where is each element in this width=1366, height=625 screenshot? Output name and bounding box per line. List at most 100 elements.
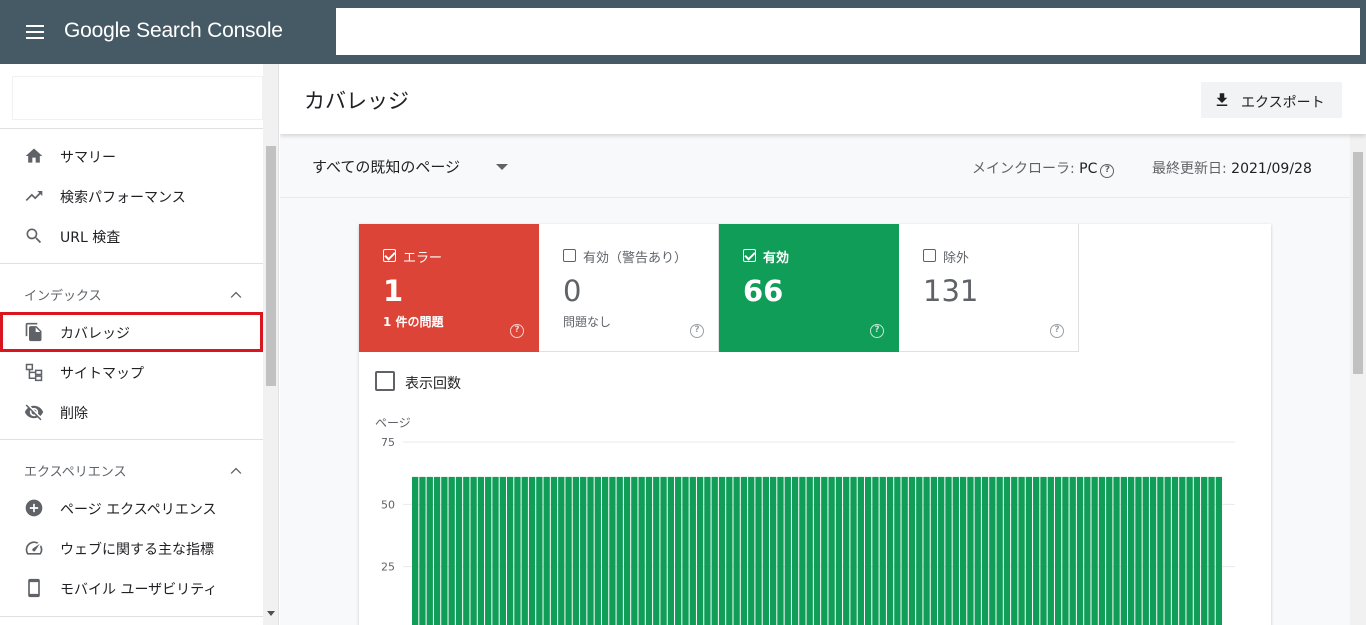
sidebar-item-sitemaps[interactable]: サイトマップ [0,352,263,392]
search-input[interactable] [336,8,1360,55]
tile-error[interactable]: エラー 1 1 件の問題 ? [359,224,539,352]
sidebar-item-label: カバレッジ [60,326,130,342]
bar-valid [623,476,631,625]
visibility-off-icon [24,402,44,422]
tile-value: 66 [743,274,784,308]
sidebar-item-label: サマリー [60,150,116,166]
tile-label: 除外 [943,251,970,266]
section-index-header[interactable]: インデックス [0,274,263,310]
sidebar-item-performance[interactable]: 検索パフォーマンス [0,176,263,216]
bar-valid [762,476,770,625]
bar-valid [558,476,565,625]
tile-subtext: 1 件の問題 [383,315,444,329]
bar-valid [938,476,945,625]
scrollbar-thumb[interactable] [266,146,276,386]
filter-bar: すべての既知のページ メインクローラ: PC? 最終更新日: 2021/09/2… [280,134,1350,198]
updated-value: 2021/09/28 [1231,161,1312,177]
help-icon[interactable]: ? [510,324,524,338]
product-logo[interactable]: Google Search Console [64,19,283,43]
sidebar-item-url-inspection[interactable]: URL 検査 [0,216,263,256]
sidebar-item-page-experience[interactable]: ページ エクスペリエンス [0,488,263,528]
bar-valid [894,476,901,625]
bar-valid [872,476,879,625]
page-filter-value: すべての既知のページ [312,158,461,176]
sidebar-item-mobile-usability[interactable]: モバイル ユーザビリティ [0,568,263,608]
tile-checkbox[interactable] [743,249,756,262]
bar-valid [485,476,492,625]
tile-checkbox[interactable] [923,249,936,262]
bar-valid [1040,476,1047,625]
bar-valid [945,476,952,625]
file-copy-icon [24,322,44,342]
menu-icon[interactable] [24,22,46,42]
bar-valid [536,476,543,625]
sidebar-item-label: 検索パフォーマンス [60,190,186,206]
bar-valid [1201,476,1208,625]
y-tick-label: 50 [381,498,395,511]
bar-valid [616,476,623,625]
sidebar-item-core-web-vitals[interactable]: ウェブに関する主な指標 [0,528,263,568]
bar-valid [594,476,601,625]
scroll-down-arrow-icon[interactable] [267,611,275,616]
impressions-checkbox[interactable] [375,371,395,391]
main-crawler: メインクローラ: PC? [972,158,1115,178]
page-title: カバレッジ [304,89,409,113]
bar-valid [704,476,711,625]
bar-valid [1003,476,1011,625]
bar-valid [667,476,675,625]
bar-valid [1142,476,1149,625]
bar-valid [1215,476,1222,625]
bar-valid [711,476,718,625]
last-updated: 最終更新日: 2021/09/28 [1152,158,1312,178]
bar-valid [528,476,536,625]
page-filter-dropdown[interactable]: すべての既知のページ [312,156,508,177]
bar-valid [843,476,850,625]
page-header: カバレッジ エクスポート [280,64,1366,134]
export-button[interactable]: エクスポート [1201,82,1342,118]
sidebar: サマリー 検索パフォーマンス URL 検査 インデックス カバレッジ サイトマッ… [0,64,279,625]
bar-valid [923,476,930,625]
tile-excluded[interactable]: 除外 131 ? [899,224,1079,352]
tile-checkbox[interactable] [563,249,576,262]
bar-valid [1135,476,1142,625]
bar-valid [543,476,550,625]
section-experience-header[interactable]: エクスペリエンス [0,450,263,486]
bar-valid [755,476,762,625]
bar-valid [696,476,704,625]
help-icon[interactable]: ? [870,324,884,338]
crawler-label: メインクローラ: [972,161,1080,177]
divider [0,439,263,440]
bar-valid [828,476,835,625]
divider [0,616,263,617]
search-icon [24,226,44,246]
download-icon [1213,91,1231,109]
bar-valid [499,476,506,625]
home-icon [24,146,44,166]
bar-valid [638,476,645,625]
main-scrollbar[interactable] [1350,134,1366,625]
chevron-up-icon [228,462,244,474]
divider [0,263,263,264]
bar-valid [565,476,572,625]
tile-valid[interactable]: 有効 66 ? [719,224,899,352]
scrollbar-thumb[interactable] [1353,152,1363,374]
sidebar-item-label: サイトマップ [60,366,144,382]
tile-value: 0 [563,274,582,308]
bar-valid [492,476,499,625]
bar-valid [777,476,784,625]
help-icon[interactable]: ? [1050,324,1064,338]
sidebar-item-removals[interactable]: 削除 [0,392,263,432]
sidebar-item-summary[interactable]: サマリー [0,136,263,176]
property-selector[interactable] [12,76,263,120]
sidebar-scrollbar[interactable] [263,64,278,625]
bar-valid [959,476,967,625]
bar-valid [1120,476,1128,625]
y-tick-label: 25 [381,561,395,574]
tile-checkbox[interactable] [383,249,396,262]
help-icon[interactable]: ? [690,324,704,338]
help-icon[interactable]: ? [1100,164,1115,178]
bar-valid [1164,476,1171,625]
tile-valid-with-warnings[interactable]: 有効（警告あり） 0 問題なし ? [539,224,719,352]
bar-valid [1208,476,1215,625]
sidebar-item-coverage[interactable]: カバレッジ [0,312,263,352]
